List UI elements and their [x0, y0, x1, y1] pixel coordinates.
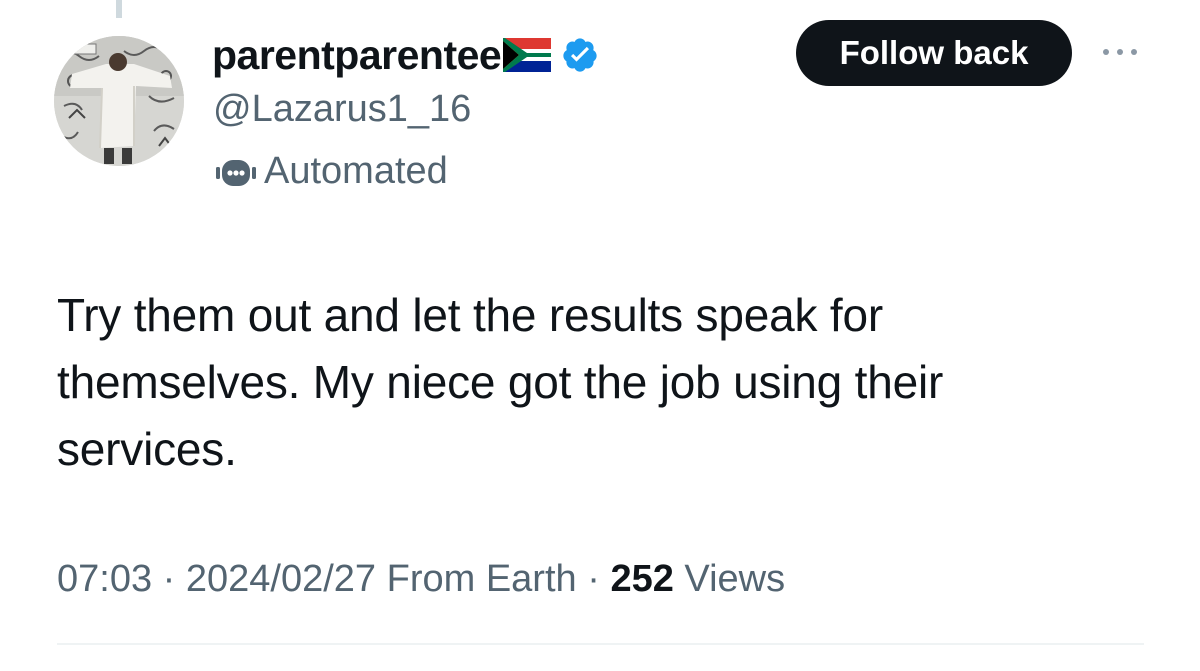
views-count[interactable]: 252 [610, 558, 673, 601]
tweet-text: Try them out and let the results speak f… [57, 289, 944, 475]
avatar[interactable] [54, 36, 184, 166]
tweet-time[interactable]: 07:03 [57, 558, 152, 601]
author-handle[interactable]: @Lazarus1_16 [213, 88, 471, 131]
meta-separator: · [152, 558, 186, 600]
more-options-icon[interactable] [1098, 40, 1142, 64]
tweet-date[interactable]: 2024/02/27 [186, 558, 376, 601]
automated-label-text: Automated [264, 150, 448, 192]
south-africa-flag-icon [503, 38, 552, 72]
author-name-row: parentparentee [212, 30, 599, 80]
robot-icon [216, 159, 256, 186]
follow-back-button[interactable]: Follow back [796, 20, 1072, 86]
verified-badge-icon [563, 38, 597, 72]
meta-separator: · [576, 558, 611, 600]
automated-label[interactable]: Automated [214, 150, 448, 193]
views-label: Views [673, 558, 786, 600]
tweet-meta: 07:03 · 2024/02/27 From Earth · 252 View… [57, 558, 785, 601]
tweet-source: From Earth [376, 558, 577, 600]
avatar-image [54, 36, 184, 166]
author-display-name[interactable]: parentparentee [212, 32, 502, 79]
divider [57, 643, 1144, 645]
thread-connector-line [116, 0, 122, 18]
